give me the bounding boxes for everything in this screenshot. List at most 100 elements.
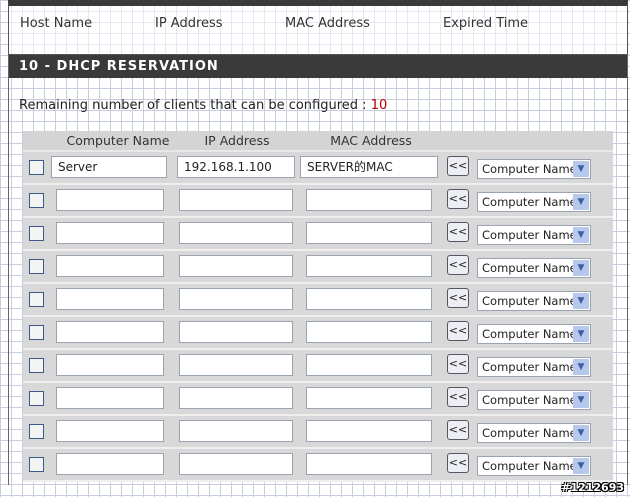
col-expired-time: Expired Time [443,16,529,31]
mac-address-input[interactable] [306,222,432,244]
copy-from-list-button[interactable]: << [447,222,469,242]
row-checkbox[interactable] [29,457,44,472]
row-checkbox[interactable] [29,325,44,340]
chevron-down-icon[interactable]: ▼ [573,227,589,243]
mac-address-input[interactable] [306,354,432,376]
dhcp-client-list-panel: Host Name IP Address MAC Address Expired… [8,0,628,55]
ip-address-input[interactable] [179,354,293,376]
chevron-down-icon[interactable]: ▼ [573,326,589,342]
row-checkbox[interactable] [29,424,44,439]
copy-from-list-button[interactable]: << [447,321,469,341]
col-host-name: Host Name [20,16,93,31]
remaining-count: 10 [370,98,388,113]
table-row: << Computer Name ▼ [23,416,613,449]
computer-name-input[interactable] [56,420,164,442]
copy-from-list-button[interactable]: << [447,387,469,407]
table-row: << Computer Name ▼ [23,218,613,251]
header-computer-name: Computer Name [66,133,170,148]
table-row: Server 192.168.1.100 SERVER的MAC << Compu… [23,152,613,185]
copy-from-list-button[interactable]: << [447,420,469,440]
col-mac-address: MAC Address [285,16,370,31]
copy-from-list-button[interactable]: << [447,288,469,308]
ip-address-input[interactable] [179,222,293,244]
computer-name-input[interactable] [56,222,164,244]
chevron-down-icon[interactable]: ▼ [573,194,589,210]
computer-name-select[interactable]: Computer Name ▼ [477,456,591,476]
ip-address-input[interactable] [179,189,293,211]
computer-name-input[interactable] [56,354,164,376]
row-checkbox[interactable] [29,391,44,406]
computer-name-input[interactable] [56,189,164,211]
computer-name-input[interactable] [56,321,164,343]
mac-address-input[interactable] [306,387,432,409]
mac-address-input[interactable] [306,321,432,343]
computer-name-input[interactable]: Server [51,156,167,178]
mac-address-input[interactable] [306,453,432,475]
computer-name-select[interactable]: Computer Name ▼ [477,159,591,179]
computer-name-input[interactable] [56,387,164,409]
select-value: Computer Name [482,228,577,242]
table-row: << Computer Name ▼ [23,449,613,482]
chevron-down-icon[interactable]: ▼ [573,161,589,177]
ip-address-input[interactable] [179,420,293,442]
ip-address-input[interactable]: 192.168.1.100 [177,156,295,178]
copy-from-list-button[interactable]: << [447,453,469,473]
copy-from-list-button[interactable]: << [447,189,469,209]
header-mac-address: MAC Address [330,133,412,148]
remaining-clients-text: Remaining number of clients that can be … [19,98,387,113]
computer-name-select[interactable]: Computer Name ▼ [477,192,591,212]
mac-address-input[interactable]: SERVER的MAC [300,156,438,178]
table-row: << Computer Name ▼ [23,317,613,350]
copy-from-list-button[interactable]: << [447,255,469,275]
select-value: Computer Name [482,360,577,374]
ip-address-input[interactable] [179,321,293,343]
select-value: Computer Name [482,426,577,440]
computer-name-select[interactable]: Computer Name ▼ [477,258,591,278]
row-checkbox[interactable] [29,292,44,307]
computer-name-select[interactable]: Computer Name ▼ [477,291,591,311]
select-value: Computer Name [482,261,577,275]
chevron-down-icon[interactable]: ▼ [573,392,589,408]
chevron-down-icon[interactable]: ▼ [573,293,589,309]
row-checkbox[interactable] [29,226,44,241]
chevron-down-icon[interactable]: ▼ [573,260,589,276]
computer-name-input[interactable] [56,453,164,475]
computer-name-select[interactable]: Computer Name ▼ [477,324,591,344]
chevron-down-icon[interactable]: ▼ [573,425,589,441]
computer-name-input[interactable] [56,255,164,277]
table-row: << Computer Name ▼ [23,185,613,218]
copy-from-list-button[interactable]: << [447,156,469,176]
select-value: Computer Name [482,195,577,209]
ip-address-input[interactable] [179,288,293,310]
table-row: << Computer Name ▼ [23,383,613,416]
row-checkbox[interactable] [29,259,44,274]
section-title: 10 - DHCP RESERVATION [9,55,627,78]
ip-address-input[interactable] [179,453,293,475]
ip-address-input[interactable] [179,255,293,277]
table-header: Computer Name IP Address MAC Address [23,131,613,152]
row-checkbox[interactable] [29,358,44,373]
chevron-down-icon[interactable]: ▼ [573,359,589,375]
mac-address-input[interactable] [306,255,432,277]
reservation-table: Computer Name IP Address MAC Address Ser… [23,131,613,482]
row-checkbox[interactable] [29,193,44,208]
col-ip-address: IP Address [155,16,223,31]
table-row: << Computer Name ▼ [23,350,613,383]
mac-address-input[interactable] [306,420,432,442]
computer-name-select[interactable]: Computer Name ▼ [477,357,591,377]
header-ip-address: IP Address [204,133,270,148]
computer-name-input[interactable] [56,288,164,310]
copy-from-list-button[interactable]: << [447,354,469,374]
computer-name-select[interactable]: Computer Name ▼ [477,390,591,410]
mac-address-input[interactable] [306,189,432,211]
table-row: << Computer Name ▼ [23,251,613,284]
computer-name-select[interactable]: Computer Name ▼ [477,423,591,443]
computer-name-select[interactable]: Computer Name ▼ [477,225,591,245]
select-value: Computer Name [482,294,577,308]
table-row: << Computer Name ▼ [23,284,613,317]
select-value: Computer Name [482,393,577,407]
chevron-down-icon[interactable]: ▼ [573,458,589,474]
mac-address-input[interactable] [306,288,432,310]
ip-address-input[interactable] [179,387,293,409]
row-checkbox[interactable] [29,160,44,175]
